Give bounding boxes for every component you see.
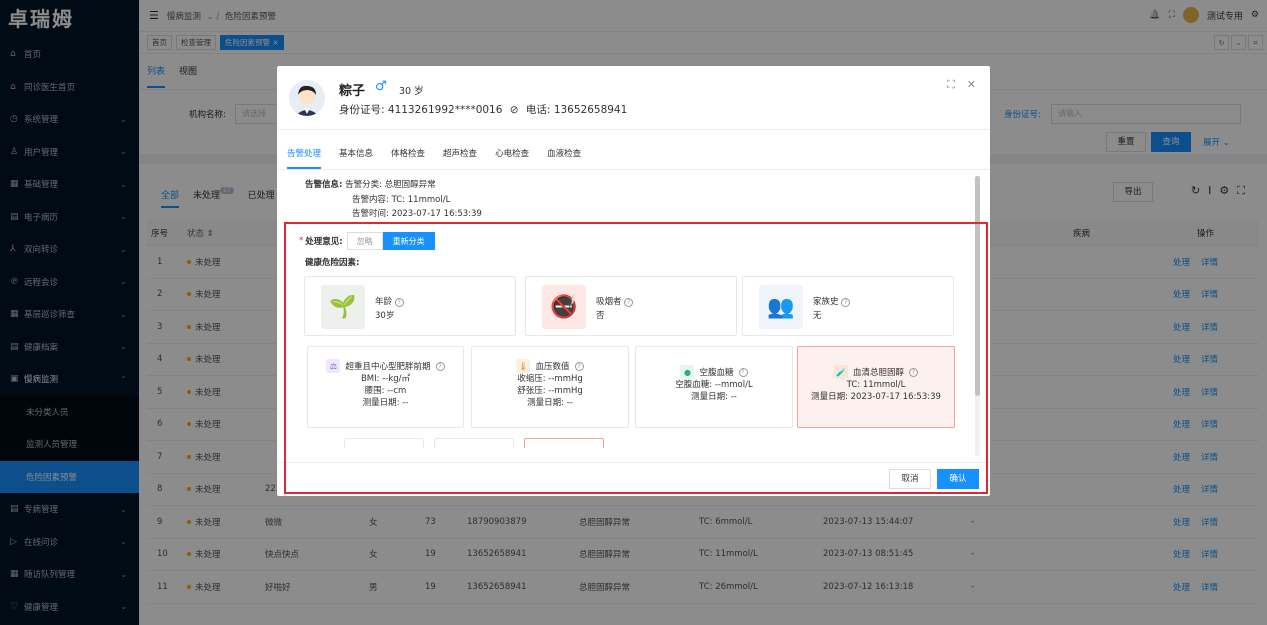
patient-age: 30 岁 [399, 86, 424, 97]
fullscreen-icon[interactable]: ⛶ [947, 78, 955, 92]
male-icon: ♂ [375, 79, 387, 94]
eye-off-icon[interactable]: ⊘ [510, 104, 519, 116]
alert-label: 告警信息: [305, 180, 343, 190]
tab-physical-exam[interactable]: 体格检查 [391, 147, 425, 169]
patient-name: 粽子 [339, 84, 366, 99]
modal-header: 粽子 ♂ 30 岁 身份证号: 4113261992****0016 ⊘ 电话:… [277, 66, 990, 130]
tab-alert-handle[interactable]: 告警处理 [287, 147, 322, 169]
alert-time: 告警时间: 2023-07-17 16:53:39 [352, 209, 482, 219]
close-icon[interactable]: ✕ [967, 78, 976, 92]
tab-basic-info[interactable]: 基本信息 [339, 147, 373, 169]
modal-tabs: 告警处理 基本信息 体格检查 超声检查 心电检查 血液检查 [277, 130, 990, 170]
patient-id-line: 身份证号: 4113261992****0016 ⊘ 电话: 136526589… [339, 102, 627, 117]
alert-info: 告警信息: 告警分类: 总胆固醇异常 告警内容: TC: 11mmol/L 告警… [305, 178, 482, 222]
patient-avatar [289, 80, 325, 116]
alert-type: 告警分类: 总胆固醇异常 [345, 180, 436, 190]
phone-value: 13652658941 [553, 104, 628, 116]
tab-blood[interactable]: 血液检查 [547, 147, 581, 169]
modal-tools: ⛶ ✕ [947, 78, 976, 92]
highlight-box [284, 222, 988, 494]
phone-label: 电话: [525, 104, 551, 116]
tab-ecg[interactable]: 心电检查 [495, 147, 529, 169]
tab-ultrasound[interactable]: 超声检查 [443, 147, 477, 169]
id-value: 4113261992****0016 [387, 104, 503, 116]
id-label: 身份证号: [339, 104, 385, 116]
alert-content: 告警内容: TC: 11mmol/L [352, 194, 451, 205]
